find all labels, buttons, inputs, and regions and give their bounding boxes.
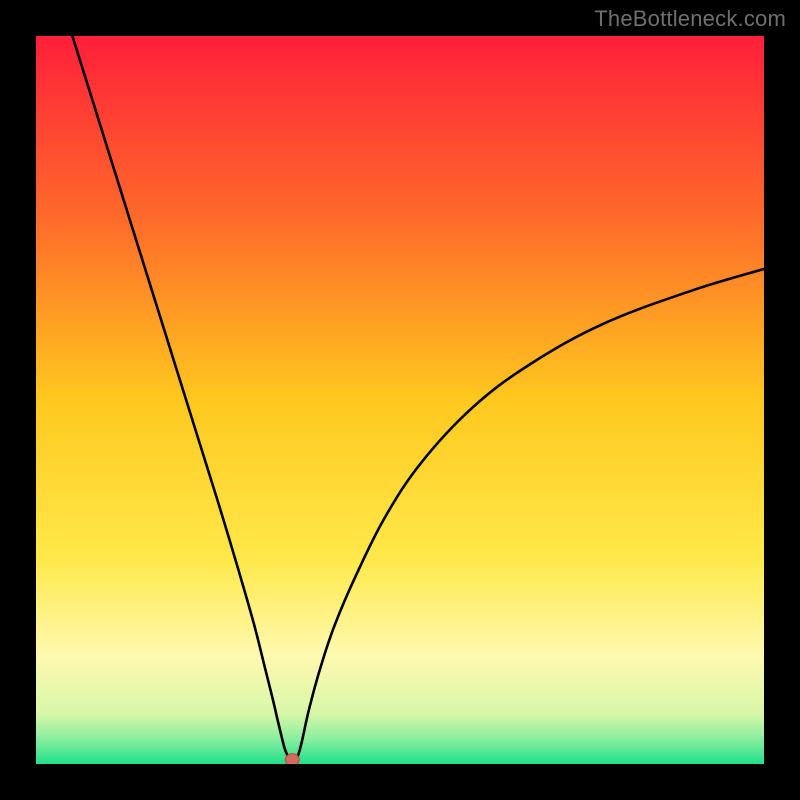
- plot-area: [36, 36, 764, 764]
- watermark-text: TheBottleneck.com: [594, 6, 786, 32]
- gradient-background: [36, 36, 764, 764]
- optimal-point-marker: [285, 754, 299, 764]
- bottleneck-chart: [36, 36, 764, 764]
- chart-frame: TheBottleneck.com: [0, 0, 800, 800]
